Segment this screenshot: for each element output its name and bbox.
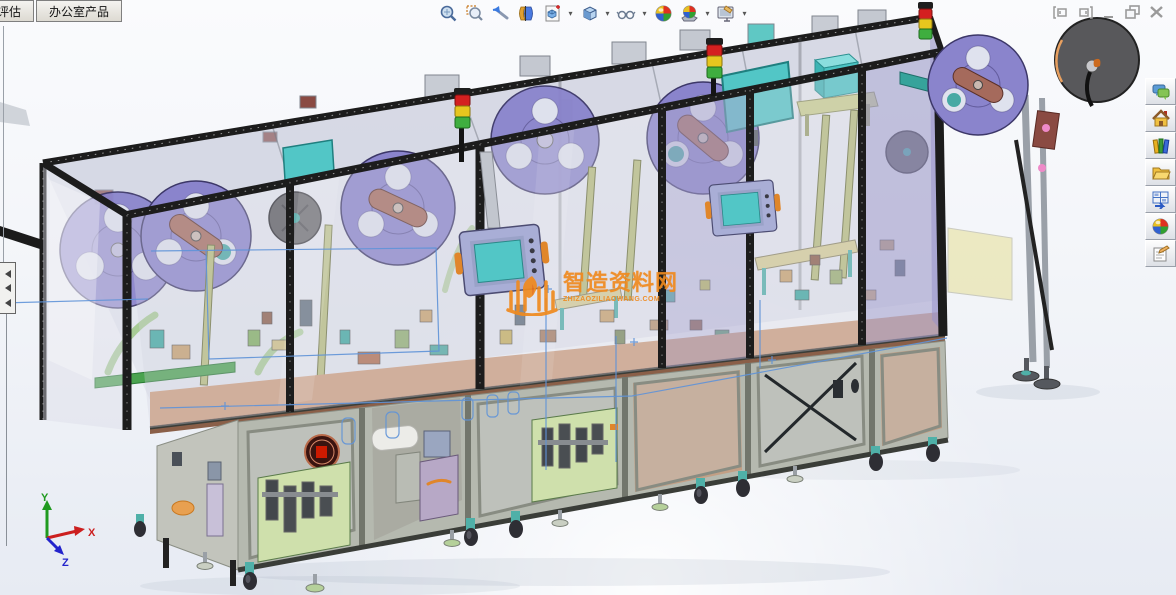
top-left-bracket	[0, 102, 30, 126]
zoom-to-fit-button[interactable]	[436, 1, 460, 25]
collapsed-feature-pane[interactable]	[0, 262, 16, 314]
collapse-arrow-icon	[4, 298, 11, 307]
magnifier-icon	[440, 5, 456, 21]
view-palette-icon	[1152, 191, 1168, 209]
feature-pane-edge	[3, 26, 4, 262]
stack-light-3	[918, 2, 933, 40]
machine-model[interactable]: Y X Z	[0, 2, 1140, 593]
collapse-arrow-icon	[4, 269, 11, 278]
glasses-icon	[616, 10, 636, 19]
dropdown-caret-icon[interactable]: ▾	[603, 1, 612, 25]
dropdown-caret-icon[interactable]: ▾	[566, 1, 575, 25]
section-view-icon	[518, 5, 533, 21]
custom-properties-icon	[1153, 245, 1170, 262]
task-pane-resources-button[interactable]	[1145, 105, 1176, 132]
takeup-disc	[1054, 17, 1140, 107]
task-pane-file-explorer-button[interactable]	[1145, 159, 1176, 186]
heads-up-view-toolbar: ▾ ▾ ▾ ▾ ▾	[436, 1, 749, 25]
task-pane-forum-button[interactable]	[1145, 78, 1176, 105]
restore-icon[interactable]	[1124, 5, 1141, 19]
drawing-view-icon	[545, 4, 560, 21]
home-icon	[1151, 109, 1170, 127]
dock-right-icon[interactable]	[1076, 5, 1093, 19]
dock-left-icon[interactable]	[1052, 5, 1069, 19]
triad-y-label: Y	[41, 492, 49, 504]
folder-icon	[1151, 167, 1171, 180]
view-cube-icon	[583, 5, 596, 21]
task-pane-view-palette-button[interactable]	[1145, 186, 1176, 213]
apply-scene-button[interactable]	[677, 1, 701, 25]
tab-office-products[interactable]: 办公室产品	[36, 0, 123, 22]
tab-evaluate[interactable]: 评估	[0, 0, 35, 22]
pneumatic-unit-2	[531, 407, 618, 503]
cabinet-side-face	[156, 419, 239, 586]
minimize-icon[interactable]	[1100, 5, 1117, 19]
dropdown-caret-icon[interactable]: ▾	[640, 1, 649, 25]
task-pane-custom-properties-button[interactable]	[1145, 240, 1176, 267]
view-orientation-button[interactable]	[577, 1, 601, 25]
books-icon	[1152, 138, 1169, 154]
previous-view-icon	[492, 5, 508, 19]
monitor-settings-icon	[717, 4, 734, 22]
reel-6	[927, 34, 1029, 136]
hmi-panel-2[interactable]	[703, 179, 782, 237]
drawing-view-button[interactable]	[540, 1, 564, 25]
task-pane-design-library-button[interactable]	[1145, 132, 1176, 159]
caster	[134, 514, 146, 537]
color-ball-icon	[655, 5, 671, 21]
triad-z-label: Z	[62, 557, 69, 569]
task-pane	[1145, 78, 1176, 267]
conveyor-stub	[0, 226, 46, 251]
zoom-to-area-button[interactable]	[462, 1, 486, 25]
triad-x-label: X	[88, 527, 96, 539]
forum-bubbles-icon	[1152, 84, 1169, 100]
dropdown-caret-icon[interactable]: ▾	[703, 1, 712, 25]
commandmanager-tabs: 评估 办公室产品	[0, 0, 124, 22]
orientation-triad: Y X Z	[41, 492, 96, 569]
dropdown-caret-icon[interactable]: ▾	[740, 1, 749, 25]
view-settings-button[interactable]	[714, 1, 738, 25]
collapse-arrow-icon	[4, 284, 11, 292]
scene-ball-icon	[680, 5, 698, 21]
display-style-button[interactable]	[614, 1, 638, 25]
section-view-button[interactable]	[514, 1, 538, 25]
feature-pane-edge	[6, 312, 7, 546]
close-icon[interactable]	[1148, 5, 1165, 19]
previous-view-button[interactable]	[488, 1, 512, 25]
edit-appearance-button[interactable]	[651, 1, 675, 25]
appearance-ball-icon	[1152, 218, 1169, 235]
window-controls	[1052, 5, 1165, 19]
task-pane-appearances-button[interactable]	[1145, 213, 1176, 240]
magnifier-area-icon	[465, 4, 483, 21]
graphics-viewport[interactable]: Y X Z	[0, 0, 1176, 595]
